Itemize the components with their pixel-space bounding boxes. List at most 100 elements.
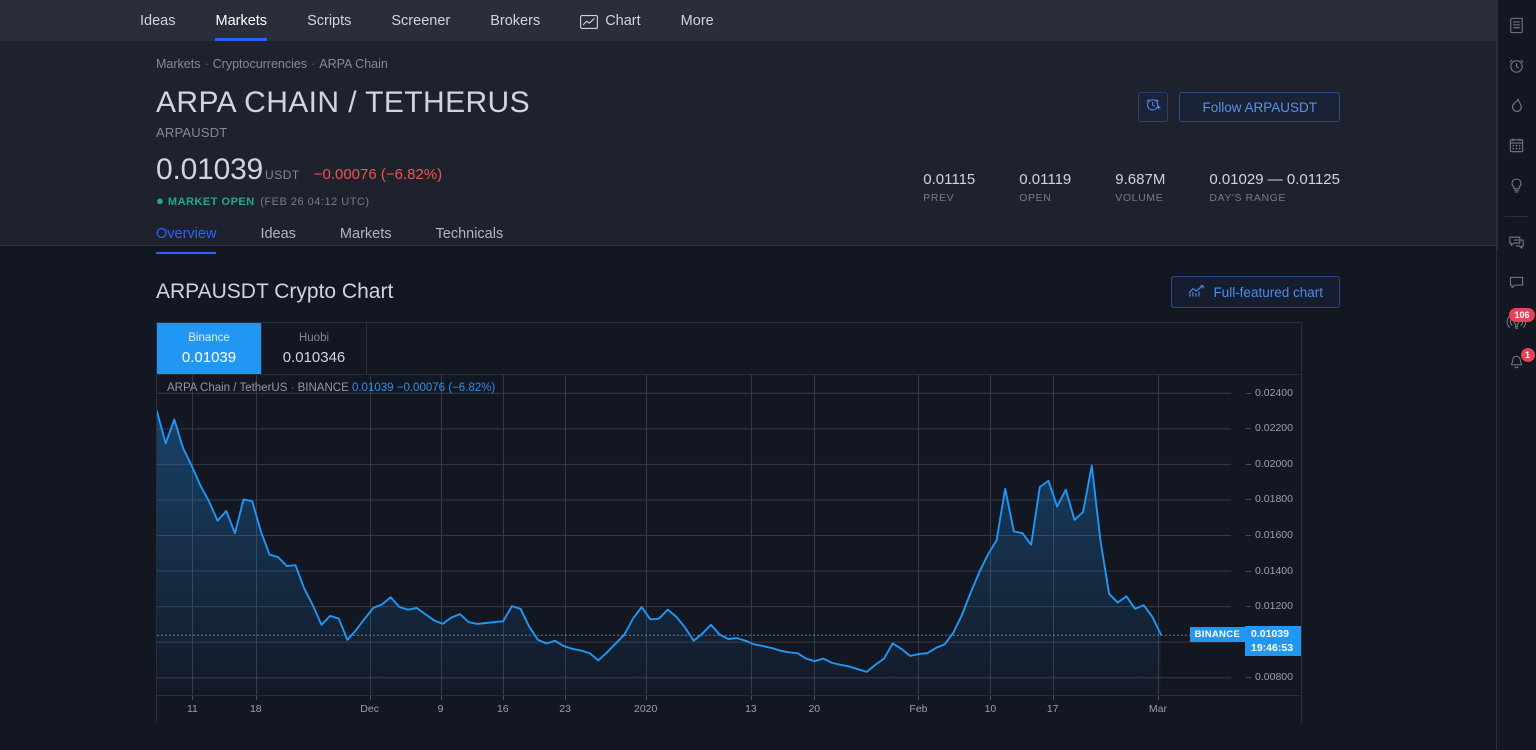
y-axis-tick [1246, 570, 1251, 572]
tab-label: Markets [339, 226, 392, 242]
nav-label: Markets [215, 12, 268, 29]
sidebar-item-calendar[interactable] [1497, 128, 1536, 168]
x-axis-tick [192, 696, 194, 700]
nav-label: Ideas [140, 12, 176, 29]
alarm-clock-plus-icon [1145, 96, 1162, 118]
nav-item-ideas[interactable]: Ideas [140, 0, 175, 41]
price-change: −0.00076 (−6.82%) [313, 166, 443, 183]
chart-plot-area[interactable]: ARPA Chain / TetherUS · BINANCE 0.01039 … [157, 375, 1301, 723]
y-axis: 0.02400 0.02200 0.02000 0.01800 0.01600 0.014… [1245, 375, 1301, 723]
x-axis-tick [255, 696, 257, 700]
stat-value: 0.01115 [923, 171, 976, 188]
stat-value: 9.687M [1115, 171, 1166, 188]
x-axis-label: 17 [1046, 703, 1059, 715]
stat-volume: 9.687M VOLUME [1115, 171, 1165, 204]
y-axis-tick [1246, 428, 1251, 430]
section-tabs: Overview Ideas Markets Technicals [156, 226, 1340, 254]
chart-widget: Binance 0.01039 Huobi 0.010346 ARPA Chai… [156, 322, 1302, 723]
x-axis-tick [1052, 696, 1054, 700]
exchange-tab-huobi[interactable]: Huobi 0.010346 [262, 323, 367, 374]
chart-bars-icon [1188, 284, 1205, 301]
sidebar-item-ideas[interactable] [1497, 168, 1536, 208]
sidebar-item-hotlist[interactable] [1497, 88, 1536, 128]
tab-label: Ideas [260, 226, 296, 242]
breadcrumb-cryptocurrencies[interactable]: Cryptocurrencies [213, 57, 307, 71]
y-axis-label: 0.02200 [1255, 422, 1293, 435]
x-axis-label: 23 [559, 703, 571, 715]
tab-label: Technicals [435, 226, 504, 242]
stat-label: VOLUME [1115, 192, 1164, 204]
price-currency: USDT [265, 168, 300, 182]
x-axis-label: 16 [496, 703, 509, 715]
y-axis-label: 0.01200 [1255, 600, 1293, 613]
sidebar-item-notifications[interactable]: 1 [1497, 345, 1536, 385]
nav-item-brokers[interactable]: Brokers [490, 0, 540, 41]
stat-label: PREV [923, 192, 955, 204]
stat-label: DAY'S RANGE [1209, 192, 1287, 204]
sidebar-item-public-chats[interactable] [1497, 225, 1536, 265]
y-axis-label: 0.01600 [1255, 529, 1293, 541]
status-badge: MARKET OPEN [167, 196, 255, 208]
x-axis-label: 10 [984, 703, 997, 715]
tab-ideas[interactable]: Ideas [260, 226, 295, 254]
exchange-name: Huobi [298, 332, 330, 344]
chat-bubbles-icon [1507, 233, 1526, 257]
x-axis-tick [502, 696, 504, 700]
tab-overview[interactable]: Overview [156, 226, 217, 254]
chart-icon [580, 14, 599, 29]
y-axis-tick [1246, 392, 1251, 394]
y-axis-tick [1246, 463, 1251, 465]
chart-title: ARPAUSDT Crypto Chart [156, 280, 394, 303]
stat-open: 0.01119 OPEN [1019, 171, 1071, 204]
nav-item-scripts[interactable]: Scripts [307, 0, 351, 41]
nav-label: Chart [605, 12, 641, 29]
tab-technicals[interactable]: Technicals [436, 226, 504, 254]
exchange-tab-binance[interactable]: Binance 0.01039 [157, 323, 262, 374]
x-axis-label: Feb [909, 703, 928, 715]
sidebar-item-broadcasts[interactable]: 106 [1497, 305, 1536, 345]
sidebar-divider [1504, 216, 1529, 217]
symbol-title-row: ARPA CHAIN / TETHERUS ARPAUSDT Follow AR… [156, 86, 1340, 140]
stat-label: OPEN [1019, 192, 1052, 204]
price-axis-exchange-label: BINANCE [1194, 629, 1240, 641]
nav-item-screener[interactable]: Screener [391, 0, 450, 41]
exchange-price: 0.01039 [181, 349, 237, 366]
follow-button[interactable]: Follow ARPAUSDT [1179, 92, 1340, 122]
y-axis-label: 0.02000 [1255, 457, 1293, 470]
sidebar-item-watchlist[interactable] [1497, 8, 1536, 48]
header-actions: Follow ARPAUSDT [1138, 92, 1340, 122]
stat-prev: 0.01115 PREV [923, 171, 975, 204]
full-featured-chart-button[interactable]: Full-featured chart [1171, 276, 1340, 308]
create-alert-button[interactable] [1138, 92, 1169, 122]
tab-label: Overview [156, 226, 217, 242]
lightbulb-idea-icon [1507, 176, 1526, 200]
tab-markets[interactable]: Markets [340, 226, 392, 254]
watchlist-icon [1507, 16, 1526, 40]
full-featured-chart-label: Full-featured chart [1213, 284, 1323, 300]
x-axis-tick [440, 696, 442, 700]
x-axis-label: Mar [1148, 703, 1167, 715]
x-axis-tick [750, 696, 752, 700]
nav-item-markets[interactable]: Markets [215, 0, 267, 41]
symbol-header-panel: Markets · Cryptocurrencies · ARPA Chain ARPA… [0, 41, 1496, 254]
breadcrumb-markets[interactable]: Markets [156, 57, 200, 71]
y-axis-tick [1246, 677, 1251, 679]
y-axis-label: 0.01800 [1255, 493, 1293, 506]
x-axis-label: 18 [249, 703, 262, 715]
nav-label: Brokers [490, 12, 541, 29]
chart-header: ARPAUSDT Crypto Chart Full-featured char… [0, 276, 1496, 308]
right-sidebar: 106 1 [1496, 0, 1536, 750]
stats-row: 0.01115 PREV 0.01119 OPEN 9.687M VOLUME [923, 171, 1340, 208]
x-axis-label: Dec [360, 703, 379, 715]
alarm-clock-icon [1507, 56, 1526, 80]
nav-item-more[interactable]: More [681, 0, 714, 41]
breadcrumb-arpa-chain[interactable]: ARPA Chain [319, 57, 388, 71]
nav-item-chart[interactable]: Chart [580, 0, 641, 41]
sidebar-item-private-chats[interactable] [1497, 265, 1536, 305]
x-axis-label: 11 [186, 703, 198, 715]
x-axis-tick [990, 696, 992, 700]
price-row: 0.01039 USDT −0.00076 (−6.82%) ● MARKET … [156, 154, 1340, 209]
sidebar-item-alerts[interactable] [1497, 48, 1536, 88]
breadcrumb-separator: · [311, 57, 316, 71]
hotlist-flame-icon [1507, 96, 1526, 120]
